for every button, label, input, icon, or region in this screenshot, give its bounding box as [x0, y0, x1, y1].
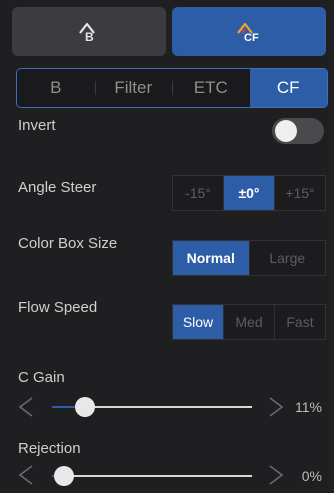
tab-b[interactable]: B	[17, 69, 95, 107]
tab-cf[interactable]: CF	[249, 69, 327, 107]
c-gain-slider-track[interactable]	[52, 397, 252, 417]
c-gain-decrease-icon[interactable]	[18, 396, 34, 418]
med-option[interactable]: Med	[223, 305, 274, 339]
b-mode-icon: B	[79, 22, 95, 44]
tab-filter[interactable]: Filter	[94, 69, 173, 107]
normal-option[interactable]: Normal	[173, 241, 249, 275]
cf-mode-button[interactable]: CF	[172, 7, 326, 56]
angle-steer-label: Angle Steer	[18, 179, 97, 196]
svg-text:CF: CF	[244, 32, 259, 44]
flow-speed-selector: Slow Med Fast	[172, 304, 326, 340]
invert-label: Invert	[18, 117, 56, 134]
c-gain-value: 11%	[295, 399, 322, 415]
cf-mode-icon: CF	[237, 22, 259, 44]
b-mode-button[interactable]: B	[12, 7, 166, 56]
rejection-slider-track[interactable]	[52, 466, 252, 486]
angle-0-option[interactable]: ±0°	[223, 176, 274, 210]
color-box-size-selector: Normal Large	[172, 240, 326, 276]
rejection-decrease-icon[interactable]	[18, 464, 34, 486]
angle-plus-15-option[interactable]: +15°	[274, 176, 325, 210]
c-gain-label: C Gain	[18, 369, 65, 386]
slow-option[interactable]: Slow	[173, 305, 223, 339]
fast-option[interactable]: Fast	[274, 305, 325, 339]
color-box-size-label: Color Box Size	[18, 235, 118, 252]
tab-etc[interactable]: ETC	[172, 69, 250, 107]
large-option[interactable]: Large	[248, 241, 326, 275]
angle-minus-15-option[interactable]: -15°	[173, 176, 223, 210]
invert-toggle[interactable]	[272, 118, 324, 144]
angle-steer-selector: -15° ±0° +15°	[172, 175, 326, 211]
tab-bar: B Filter ETC CF	[16, 68, 328, 108]
toggle-knob	[275, 120, 297, 142]
rejection-label: Rejection	[18, 440, 81, 457]
c-gain-slider-thumb[interactable]	[74, 397, 95, 417]
rejection-value: 0%	[301, 468, 322, 484]
rejection-slider-thumb[interactable]	[54, 466, 74, 486]
flow-speed-label: Flow Speed	[18, 299, 98, 316]
svg-text:B: B	[85, 30, 94, 44]
